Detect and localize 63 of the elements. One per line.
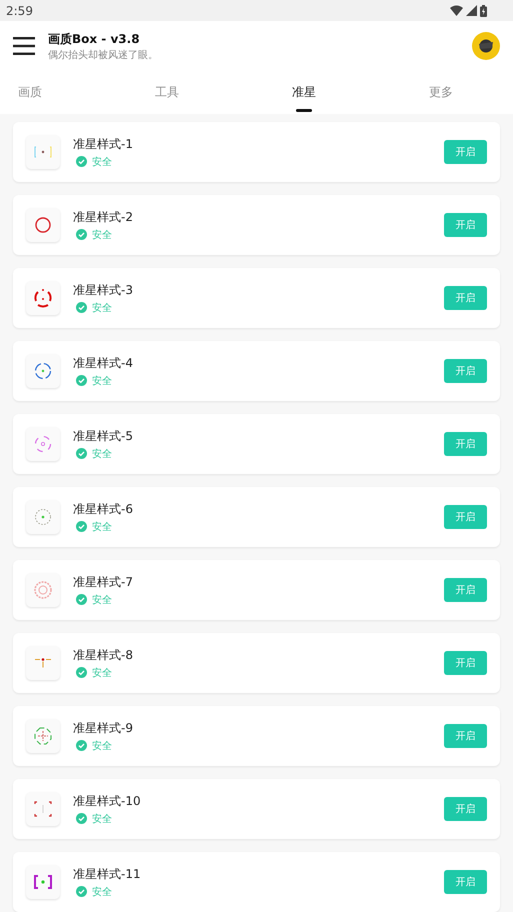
safe-status: 安全 [92,374,112,388]
crosshair-name: 准星样式-5 [73,428,134,444]
check-badge-icon [76,448,87,459]
crosshair-name: 准星样式-6 [73,500,134,518]
enable-button[interactable]: 开启 [444,432,487,456]
check-badge-icon [76,667,87,678]
safe-status: 安全 [92,228,112,242]
tab[interactable]: 画质 [0,71,137,114]
safe-status: 安全 [92,594,112,606]
check-badge-icon [76,886,87,897]
enable-button[interactable]: 开启 [444,359,487,383]
safe-status: 安全 [92,520,112,534]
safe-status: 安全 [92,156,112,168]
crosshair-name: 准星样式-2 [73,208,134,226]
signal-icon [466,5,477,16]
crosshair-icon [32,725,54,747]
enable-button[interactable]: 开启 [444,651,487,675]
crosshair-name: 准星样式-7 [73,574,134,590]
menu-icon[interactable] [13,37,35,55]
app-title: 画质Box - v3.8 [48,30,141,48]
crosshair-name: 准星样式-9 [73,720,134,736]
crosshair-icon [35,658,51,668]
enable-button[interactable]: 开启 [444,140,487,164]
crosshair-name: 准星样式-8 [73,646,134,664]
crosshair-name: 准星样式-1 [73,136,134,152]
safe-status: 安全 [92,666,112,680]
check-badge-icon [76,594,87,605]
safe-status: 安全 [92,302,112,314]
enable-button[interactable]: 开启 [444,505,487,529]
check-badge-icon [76,521,87,532]
enable-button[interactable]: 开启 [444,870,487,894]
crosshair-icon [32,579,54,601]
crosshair-name: 准星样式-11 [73,866,142,882]
app-subtitle: 偶尔抬头却被风迷了眼。 [48,48,159,62]
safe-status: 安全 [92,886,112,898]
check-badge-icon [76,302,87,313]
check-badge-icon [76,156,87,167]
enable-button[interactable]: 开启 [444,797,487,821]
crosshair-name: 准星样式-3 [73,282,134,298]
safe-status: 安全 [92,812,112,826]
crosshair-icon [32,506,54,528]
check-badge-icon [76,813,87,824]
safe-status: 安全 [92,740,112,752]
tab[interactable]: 更多 [411,71,513,114]
check-badge-icon [76,229,87,240]
status-time: 2:59 [6,4,33,18]
enable-button[interactable]: 开启 [444,724,487,748]
enable-button[interactable]: 开启 [444,286,487,310]
wifi-icon [450,5,463,16]
enable-button[interactable]: 开启 [444,213,487,237]
enable-button[interactable]: 开启 [444,578,487,602]
crosshair-icon [32,360,54,382]
check-badge-icon [76,740,87,751]
safe-status: 安全 [92,448,112,460]
check-badge-icon [76,375,87,386]
avatar-icon[interactable] [472,32,500,60]
crosshair-name: 准星样式-10 [73,792,142,810]
crosshair-icon [32,287,54,309]
battery-icon [480,4,487,16]
tab[interactable]: 准星 [274,71,411,114]
tab[interactable]: 工具 [137,71,274,114]
crosshair-name: 准星样式-4 [73,354,134,372]
crosshair-icon [32,433,54,455]
